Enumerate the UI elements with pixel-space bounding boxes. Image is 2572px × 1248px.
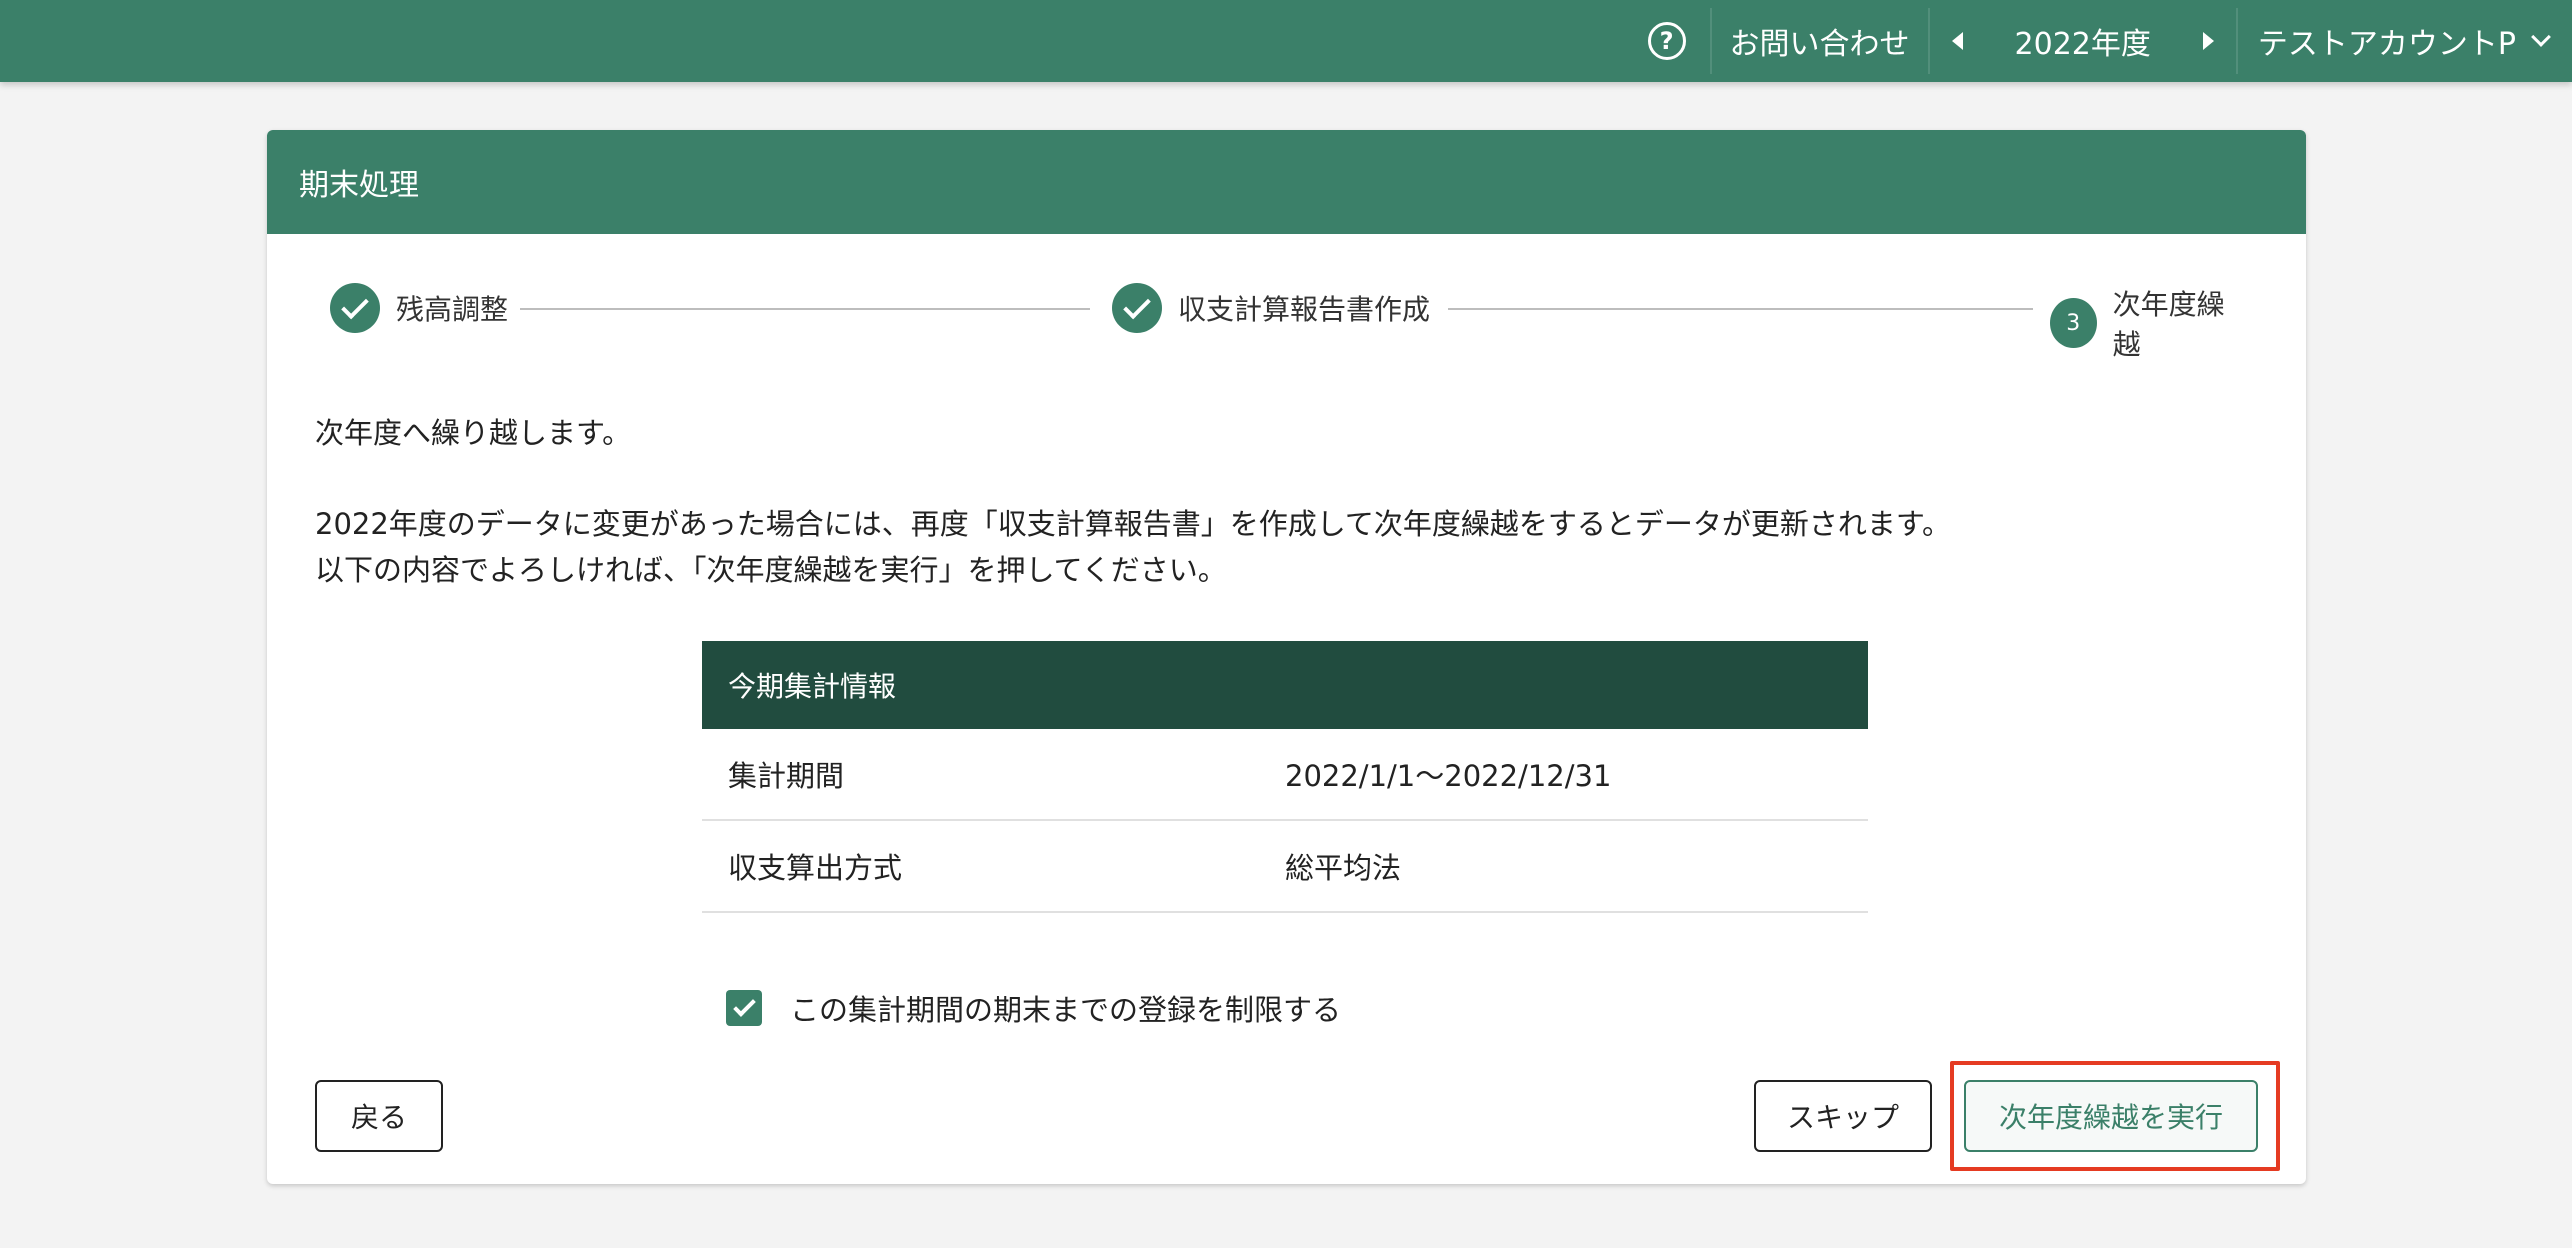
row-key: 集計期間 <box>728 759 845 793</box>
row-key: 収支算出方式 <box>728 851 903 885</box>
highlight-box <box>1950 1061 2280 1171</box>
help-icon: ? <box>1647 22 1686 60</box>
closing-process-card: 期末処理 残高調整 収支計算報告書作成 3 次年度繰越 次年度へ繰り越します。 … <box>267 130 2306 1184</box>
row-value: 2022/1/1〜2022/12/31 <box>1285 759 1612 793</box>
stepper: 残高調整 収支計算報告書作成 3 次年度繰越 <box>330 283 2243 361</box>
prev-year-button[interactable] <box>1930 0 1985 82</box>
card-header: 期末処理 <box>267 130 2306 234</box>
check-icon <box>330 283 380 333</box>
step-connector <box>1448 308 2033 310</box>
skip-button[interactable]: スキップ <box>1754 1080 1932 1152</box>
caret-left-icon <box>1951 32 1963 50</box>
check-icon <box>1112 283 1162 333</box>
confirm-text: 以下の内容でよろしければ、「次年度繰越を実行」を押してください。 <box>315 553 1227 587</box>
table-row: 収支算出方式 総平均法 <box>702 821 1868 913</box>
step-carry-forward: 3 次年度繰越 <box>2050 283 2243 363</box>
year-label: 2022年度 <box>2014 27 2151 62</box>
notice-text: 2022年度のデータに変更があった場合には、再度「収支計算報告書」を作成して次年… <box>315 507 1952 541</box>
checkbox-label: この集計期間の期末までの登録を制限する <box>790 993 1342 1027</box>
table-header: 今期集計情報 <box>702 641 1868 729</box>
row-value: 総平均法 <box>1285 851 1402 885</box>
step-label: 収支計算報告書作成 <box>1178 293 1431 326</box>
restrict-registration-option[interactable]: この集計期間の期末までの登録を制限する <box>726 987 1341 1029</box>
step-income-report: 収支計算報告書作成 <box>1112 283 1430 333</box>
contact-label: お問い合わせ <box>1729 27 1910 62</box>
fiscal-year-label: 2022年度 <box>1985 0 2181 82</box>
check-icon <box>732 994 756 1017</box>
back-button[interactable]: 戻る <box>315 1080 443 1152</box>
step-label: 次年度繰越 <box>2112 288 2225 361</box>
intro-text: 次年度へ繰り越します。 <box>315 416 632 450</box>
contact-link[interactable]: お問い合わせ <box>1712 0 1928 82</box>
restrict-checkbox[interactable] <box>726 990 762 1026</box>
chevron-down-icon <box>2531 27 2551 47</box>
period-info-table: 今期集計情報 集計期間 2022/1/1〜2022/12/31 収支算出方式 総… <box>702 641 1868 913</box>
step-connector <box>520 308 1090 310</box>
account-menu[interactable]: テストアカウントP <box>2238 0 2572 82</box>
card-title: 期末処理 <box>299 168 419 203</box>
step-balance-adjustment: 残高調整 <box>330 283 508 333</box>
caret-right-icon <box>2202 32 2214 50</box>
step-label: 残高調整 <box>396 293 509 326</box>
account-name: テストアカウントP <box>2257 27 2516 62</box>
help-button[interactable]: ? <box>1630 0 1710 82</box>
table-header-label: 今期集計情報 <box>728 670 897 703</box>
top-app-bar: ? お問い合わせ 2022年度 テストアカウントP <box>0 0 2572 82</box>
table-row: 集計期間 2022/1/1〜2022/12/31 <box>702 729 1868 821</box>
step-number-badge: 3 <box>2050 298 2097 348</box>
next-year-button[interactable] <box>2181 0 2236 82</box>
